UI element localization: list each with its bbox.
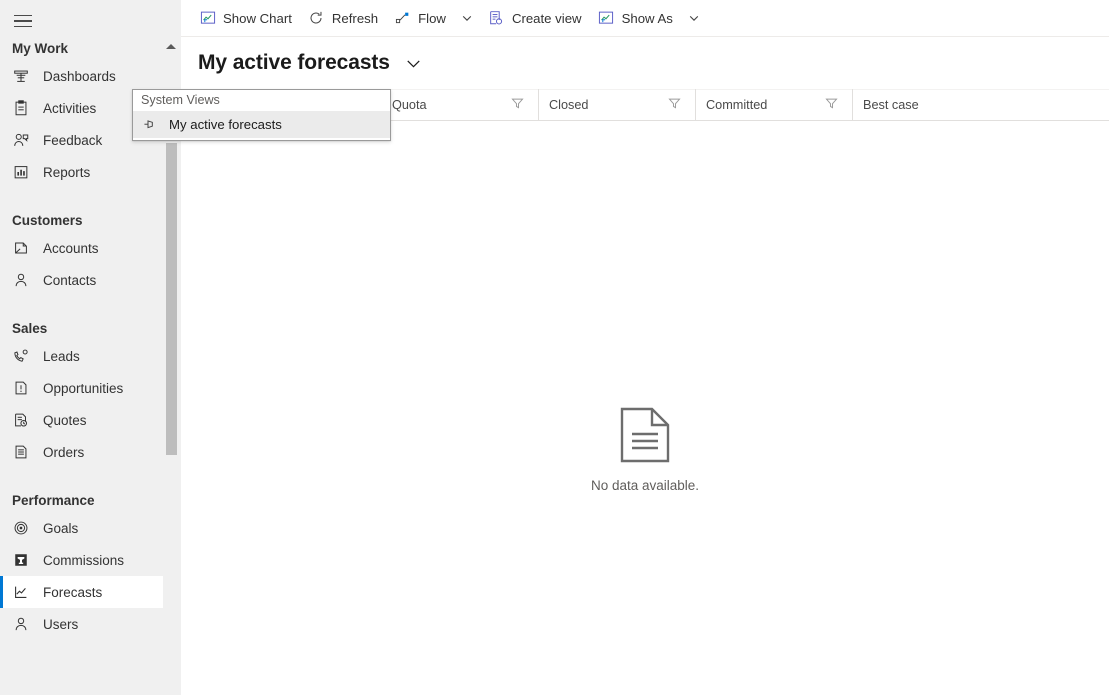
feedback-icon <box>11 130 31 150</box>
refresh-button[interactable]: Refresh <box>300 0 386 36</box>
opportunities-icon <box>11 378 31 398</box>
reports-icon <box>11 162 31 182</box>
page-title[interactable]: My active forecasts <box>198 51 390 75</box>
accounts-icon <box>11 238 31 258</box>
sidebar-item-label: Forecasts <box>43 584 103 600</box>
activities-icon <box>11 98 31 118</box>
sidebar-item-label: Users <box>43 616 79 632</box>
sidebar-item-commissions[interactable]: Commissions <box>0 544 163 576</box>
view-selector-dropdown: System Views My active forecasts <box>132 89 391 141</box>
users-icon <box>11 614 31 634</box>
nav-section-title: My Work <box>12 41 69 56</box>
command-label: Refresh <box>331 10 379 26</box>
app-root: My Work Dashboards Activities Feedback R… <box>0 0 1109 695</box>
sidebar-item-leads[interactable]: Leads <box>0 340 163 372</box>
sidebar-item-opportunities[interactable]: Opportunities <box>0 372 163 404</box>
nav-section-title: Sales <box>12 321 48 336</box>
sidebar-item-accounts[interactable]: Accounts <box>0 232 163 264</box>
sidebar-item-goals[interactable]: Goals <box>0 512 163 544</box>
create-view-icon <box>488 10 505 27</box>
forecasts-chart-icon <box>11 582 31 602</box>
sidebar-item-dashboards[interactable]: Dashboards <box>0 60 163 92</box>
dropdown-group-header: System Views <box>141 93 220 107</box>
command-label: Create view <box>511 10 582 26</box>
flow-icon <box>394 10 411 27</box>
sidebar-item-label: Orders <box>43 444 85 460</box>
column-header-committed[interactable]: Committed <box>695 89 852 121</box>
command-label: Show Chart <box>223 10 292 26</box>
hamburger-menu-icon[interactable] <box>8 10 38 32</box>
filter-icon[interactable] <box>511 97 525 111</box>
leads-icon <box>11 346 31 366</box>
view-chevron-down-icon[interactable] <box>402 51 426 75</box>
column-header-closed[interactable]: Closed <box>538 89 695 121</box>
sidebar-item-label: Accounts <box>43 240 99 256</box>
sidebar-item-label: Quotes <box>43 412 87 428</box>
column-header-label: Best case <box>863 98 919 112</box>
sidebar-item-label: Contacts <box>43 272 97 288</box>
contacts-icon <box>11 270 31 290</box>
show-chart-button[interactable]: Show Chart <box>191 0 300 36</box>
sidebar-item-label: Opportunities <box>43 380 124 396</box>
sidebar-item-orders[interactable]: Orders <box>0 436 163 468</box>
nav-group-sales: Sales Leads Opportunities Quotes Orders <box>0 318 181 468</box>
hamburger-bar <box>14 14 32 17</box>
dashboards-icon <box>11 66 31 86</box>
sidebar-item-forecasts[interactable]: Forecasts <box>0 576 163 608</box>
dropdown-item-my-active-forecasts[interactable]: My active forecasts <box>133 111 390 138</box>
sidebar-item-contacts[interactable]: Contacts <box>0 264 163 296</box>
sidebar-item-label: Leads <box>43 348 80 364</box>
grid-body: No data available. <box>181 121 1109 683</box>
sidebar-item-label: Dashboards <box>43 68 116 84</box>
show-as-button[interactable]: Show As <box>590 0 681 36</box>
show-chart-icon <box>199 10 216 27</box>
command-label: Flow <box>418 10 446 26</box>
flow-chevron-down-icon[interactable] <box>454 0 480 36</box>
sidebar-item-label: Commissions <box>43 552 125 568</box>
filter-icon[interactable] <box>668 97 682 111</box>
column-header-label: Quota <box>392 98 427 112</box>
column-header-quota[interactable]: Quota <box>381 89 538 121</box>
orders-icon <box>11 442 31 462</box>
column-header-label: Committed <box>706 98 768 112</box>
column-header-label: Closed <box>549 98 589 112</box>
hamburger-bar <box>14 20 32 22</box>
sidebar-scroll-up-arrow-icon[interactable] <box>164 40 178 52</box>
show-as-icon <box>598 10 615 27</box>
command-label: Show As <box>621 10 673 26</box>
sidebar-item-label: Feedback <box>43 132 103 148</box>
create-view-button[interactable]: Create view <box>480 0 590 36</box>
no-data-document-icon <box>618 406 672 464</box>
nav-section-title: Performance <box>12 493 95 508</box>
sidebar-scrollbar-thumb[interactable] <box>166 143 177 455</box>
goals-target-icon <box>11 518 31 538</box>
command-bar: Show Chart Refresh Flow Create view Show… <box>181 0 1109 37</box>
column-header-best-case[interactable]: Best case <box>852 89 1009 121</box>
empty-state-text: No data available. <box>590 478 700 493</box>
sidebar-item-label: Reports <box>43 164 91 180</box>
sidebar-item-label: Goals <box>43 520 79 536</box>
quotes-icon <box>11 410 31 430</box>
flow-button[interactable]: Flow <box>386 0 454 36</box>
show-as-chevron-down-icon[interactable] <box>681 0 707 36</box>
refresh-icon <box>308 10 325 27</box>
nav-group-customers: Customers Accounts Contacts <box>0 210 181 296</box>
sidebar-item-label: Activities <box>43 100 97 116</box>
empty-state: No data available. <box>181 406 1109 493</box>
dropdown-item-label: My active forecasts <box>169 117 282 132</box>
view-selector-bar: My active forecasts <box>181 37 1109 89</box>
sidebar-item-reports[interactable]: Reports <box>0 156 163 188</box>
filter-icon[interactable] <box>825 97 839 111</box>
sidebar-item-quotes[interactable]: Quotes <box>0 404 163 436</box>
pin-icon[interactable] <box>141 117 157 133</box>
commissions-icon <box>11 550 31 570</box>
hamburger-bar <box>14 25 32 28</box>
nav-group-performance: Performance Goals Commissions Forecasts … <box>0 490 181 640</box>
nav-section-title: Customers <box>12 213 83 228</box>
sidebar-item-users[interactable]: Users <box>0 608 163 640</box>
